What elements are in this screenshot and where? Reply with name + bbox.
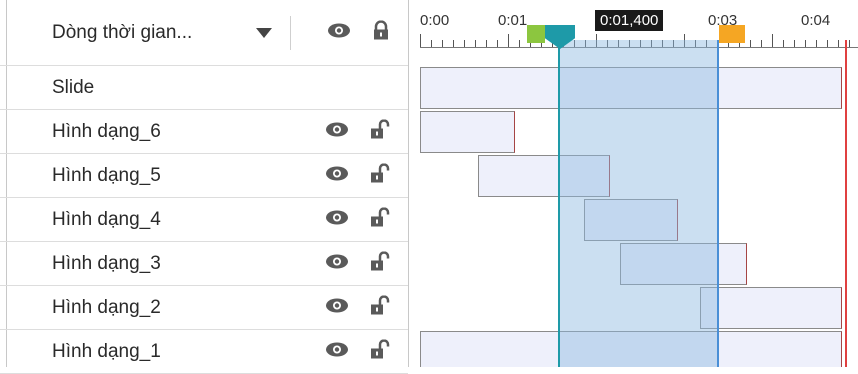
eye-icon[interactable] [325,121,349,142]
layer-duration-bar[interactable] [420,111,515,153]
eye-icon[interactable] [325,209,349,230]
lock-open-icon[interactable] [370,338,392,364]
ruler-tick [838,40,839,47]
ruler-tick [761,40,762,47]
ruler-tick [453,40,454,47]
ruler-label: 0:01 [498,12,528,29]
ruler-tick [508,34,509,47]
layer-row-slide[interactable]: Slide [0,66,408,110]
layer-row[interactable]: Hình dạng_6 [0,110,408,154]
ruler-tick [794,40,795,47]
playhead-line[interactable] [558,40,560,367]
ruler-tick [497,40,498,47]
ruler-label: 0:04 [801,12,831,29]
ruler-tick [442,40,443,47]
timeline-panel: Dòng thời gian... Slide Hình dạng_6 Hình… [0,0,858,374]
layer-name: Hình dạng_6 [52,120,161,142]
lock-open-icon[interactable] [370,162,392,188]
layer-name: Hình dạng_4 [52,208,161,230]
chevron-down-icon[interactable] [256,27,272,38]
lock-open-icon[interactable] [370,294,392,320]
show-all-eye-icon[interactable] [327,22,351,43]
layer-duration-bar[interactable] [699,287,842,329]
layer-name: Hình dạng_3 [52,252,161,274]
ruler-tick [783,40,784,47]
ruler-tick [420,34,421,47]
ruler-tick [805,40,806,47]
ruler-tick [475,40,476,47]
ruler-tick [849,40,850,47]
timeline-header-row: Dòng thời gian... [0,0,408,66]
timeline-end-line [845,40,847,367]
lock-open-icon[interactable] [370,118,392,144]
ruler-tick [486,40,487,47]
lock-open-icon[interactable] [370,250,392,276]
ruler-tick [827,40,828,47]
eye-icon[interactable] [325,253,349,274]
end-marker-handle[interactable] [719,25,745,43]
start-marker-handle[interactable] [527,25,545,43]
layer-row[interactable]: Hình dạng_5 [0,154,408,198]
ruler-tick [750,40,751,47]
layer-name: Hình dạng_1 [52,340,161,362]
eye-icon[interactable] [325,297,349,318]
selected-time-range[interactable] [558,40,717,367]
eye-icon[interactable] [325,341,349,362]
ruler-tick [431,40,432,47]
ruler-tick [464,40,465,47]
end-marker-line[interactable] [717,40,719,367]
timeline-title: Dòng thời gian... [52,21,193,43]
layer-list: Dòng thời gian... Slide Hình dạng_6 Hình… [0,0,408,374]
layer-name: Hình dạng_5 [52,164,161,186]
ruler-label: 0:00 [420,12,450,29]
layer-name: Slide [52,76,95,98]
playhead-time-readout: 0:01,400 [595,10,664,31]
layer-name: Hình dạng_2 [52,296,161,318]
lock-open-icon[interactable] [370,206,392,232]
ruler-tick [519,40,520,47]
layer-row[interactable]: Hình dạng_3 [0,242,408,286]
layer-row[interactable]: Hình dạng_1 [0,330,408,374]
eye-icon[interactable] [325,165,349,186]
lock-all-lock-closed-icon[interactable] [372,19,390,45]
header-divider [290,16,291,50]
ruler-tick [772,34,773,47]
layer-row[interactable]: Hình dạng_4 [0,198,408,242]
ruler-tick [816,40,817,47]
layer-row[interactable]: Hình dạng_2 [0,286,408,330]
timeline-track-area[interactable]: 0:00 0:01 0:03 0:04 0:01,400 [408,0,858,367]
